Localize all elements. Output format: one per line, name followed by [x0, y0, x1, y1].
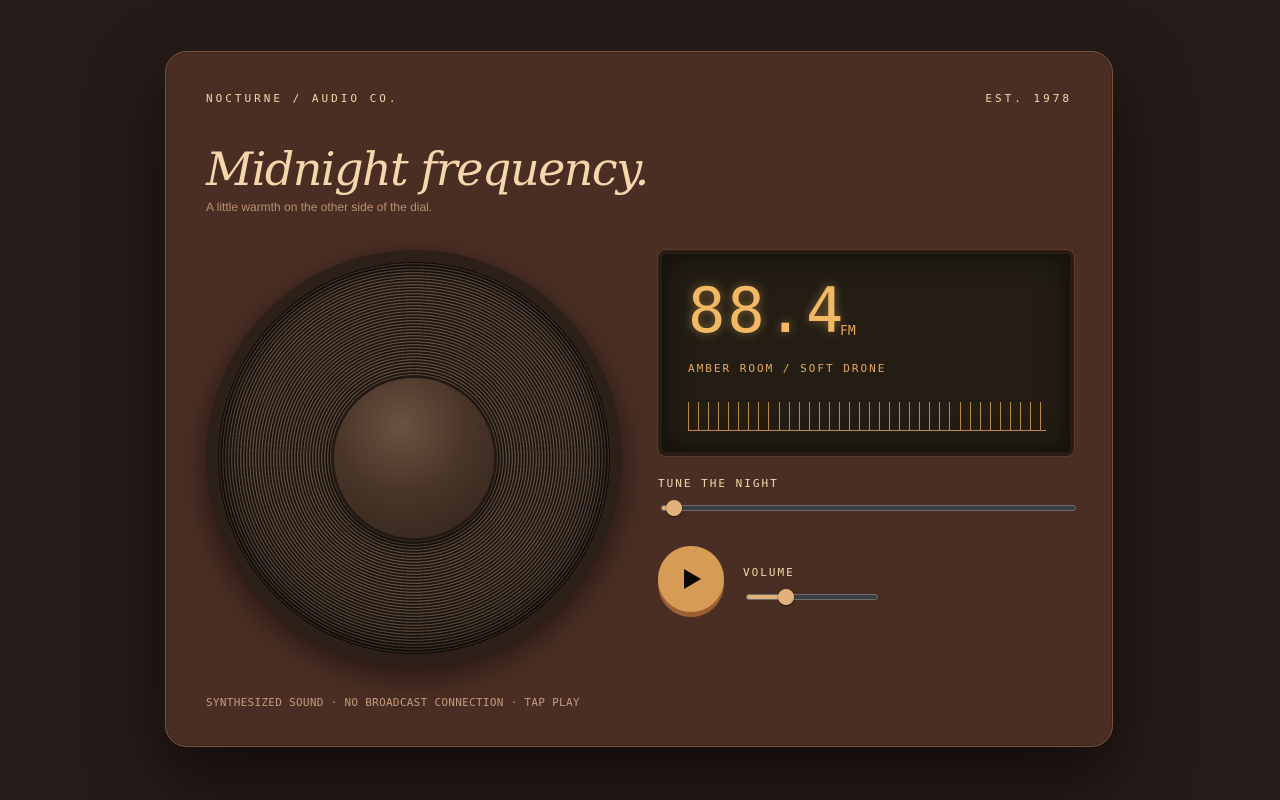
scale-tick — [969, 402, 971, 430]
scale-tick — [869, 402, 871, 430]
scale-tick — [929, 402, 931, 430]
scale-tick — [688, 402, 689, 430]
scale-tick — [1009, 402, 1011, 430]
scale-tick — [748, 402, 750, 430]
scale-tick — [1019, 402, 1021, 430]
scale-tick — [909, 402, 911, 430]
volume-slider[interactable] — [746, 589, 878, 605]
speaker-icon — [206, 250, 622, 666]
scale-tick — [828, 402, 830, 430]
scale-tick — [838, 402, 840, 430]
scale-tick — [939, 402, 941, 430]
scale-tick — [738, 402, 740, 430]
play-icon — [684, 569, 701, 589]
volume-slider-thumb[interactable] — [778, 589, 794, 605]
frequency-display: 88.4 FM AMBER ROOM / SOFT DRONE — [658, 250, 1074, 456]
scale-tick — [848, 402, 850, 430]
scale-tick — [718, 402, 720, 430]
radio-card: NOCTURNE / AUDIO CO. EST. 1978 Midnight … — [165, 51, 1113, 747]
volume-label: VOLUME — [743, 566, 795, 579]
scale-tick — [899, 402, 901, 430]
established-label: EST. 1978 — [985, 92, 1072, 105]
scale-tick — [858, 402, 860, 430]
scale-tick — [979, 402, 981, 430]
scale-tick — [758, 402, 760, 430]
page-title: Midnight frequency. — [206, 142, 649, 196]
band-label: FM — [840, 324, 856, 339]
scale-tick — [949, 402, 951, 430]
speaker-dust-cap — [334, 378, 494, 538]
tune-label: TUNE THE NIGHT — [658, 477, 779, 490]
scale-tick — [818, 402, 820, 430]
scale-tick — [879, 402, 881, 430]
scale-tick — [708, 402, 710, 430]
scale-tick — [728, 402, 730, 430]
brand-name: NOCTURNE / AUDIO CO. — [206, 92, 399, 105]
scale-tick — [778, 402, 780, 430]
play-button[interactable] — [658, 546, 724, 612]
page-subtitle: A little warmth on the other side of the… — [206, 200, 433, 214]
scale-tick — [808, 402, 810, 430]
scale-tick — [989, 402, 991, 430]
scale-tick — [1040, 402, 1041, 430]
scale-tick — [788, 402, 790, 430]
scale-tick — [698, 402, 700, 430]
scale-tick — [959, 402, 961, 430]
scale-tick — [798, 402, 800, 430]
scale-tick — [768, 402, 770, 430]
station-name: AMBER ROOM / SOFT DRONE — [688, 362, 887, 375]
scale-tick — [889, 402, 891, 430]
frequency-readout: 88.4 — [688, 274, 846, 347]
scale-tick — [999, 402, 1001, 430]
tune-slider[interactable] — [661, 500, 1076, 516]
scale-tick — [1029, 402, 1031, 430]
footer-note: SYNTHESIZED SOUND · NO BROADCAST CONNECT… — [206, 696, 580, 709]
tune-slider-thumb[interactable] — [666, 500, 683, 516]
tuning-scale — [688, 400, 1046, 431]
scale-tick — [919, 402, 921, 430]
